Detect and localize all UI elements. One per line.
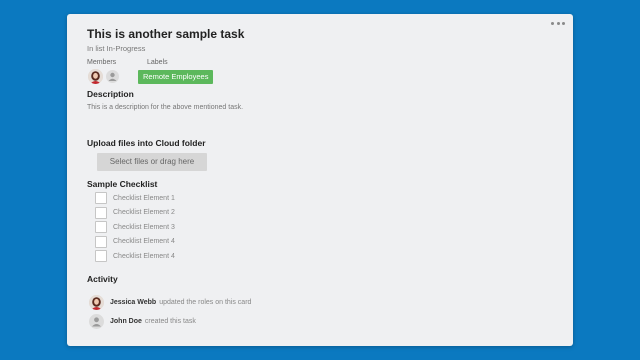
list-prefix: In list <box>87 44 107 53</box>
member-avatar-jessica[interactable] <box>88 69 103 84</box>
checklist-heading: Sample Checklist <box>87 179 158 189</box>
activity-action: created this task <box>144 318 196 325</box>
checklist: Checklist Element 1 Checklist Element 2 … <box>95 191 175 264</box>
checklist-checkbox[interactable] <box>95 250 107 263</box>
label-badge[interactable]: Remote Employees <box>138 70 214 84</box>
checklist-item: Checklist Element 4 <box>95 249 175 264</box>
list-name[interactable]: In-Progress <box>107 44 146 53</box>
activity-user[interactable]: John Doe <box>110 318 142 325</box>
more-options-icon[interactable] <box>551 18 565 28</box>
description-text[interactable]: This is a description for the above ment… <box>87 104 243 111</box>
activity-item: John Doe created this task <box>89 314 196 329</box>
task-card: This is another sample task In list In-P… <box>67 14 573 346</box>
labels-heading: Labels <box>147 59 168 66</box>
checklist-checkbox[interactable] <box>95 192 107 205</box>
activity-user[interactable]: Jessica Webb <box>110 299 156 306</box>
members-list <box>88 69 119 84</box>
upload-files-button[interactable]: Select files or drag here <box>97 153 207 171</box>
list-info: In list In-Progress <box>87 44 145 53</box>
person-photo-icon <box>88 69 103 84</box>
upload-heading: Upload files into Cloud folder <box>87 138 206 148</box>
members-heading: Members <box>87 59 117 66</box>
checklist-item-label[interactable]: Checklist Element 4 <box>113 238 175 245</box>
activity-heading: Activity <box>87 274 118 284</box>
checklist-item-label[interactable]: Checklist Element 3 <box>113 224 175 231</box>
user-icon <box>108 72 117 81</box>
checklist-checkbox[interactable] <box>95 235 107 248</box>
activity-action: updated the roles on this card <box>159 299 252 306</box>
user-icon <box>92 317 101 327</box>
checklist-checkbox[interactable] <box>95 221 107 234</box>
card-title[interactable]: This is another sample task <box>87 27 244 41</box>
activity-text: John Doe created this task <box>110 318 196 325</box>
activity-text: Jessica Webb updated the roles on this ca… <box>110 299 251 306</box>
checklist-item-label[interactable]: Checklist Element 2 <box>113 209 175 216</box>
activity-avatar-jessica[interactable] <box>89 295 104 310</box>
checklist-checkbox[interactable] <box>95 206 107 219</box>
person-photo-icon <box>89 295 104 310</box>
checklist-item: Checklist Element 2 <box>95 206 175 221</box>
checklist-item-label[interactable]: Checklist Element 1 <box>113 195 175 202</box>
checklist-item: Checklist Element 4 <box>95 235 175 250</box>
description-heading: Description <box>87 89 134 99</box>
checklist-item: Checklist Element 3 <box>95 220 175 235</box>
checklist-item-label[interactable]: Checklist Element 4 <box>113 253 175 260</box>
member-avatar-placeholder[interactable] <box>106 70 119 83</box>
checklist-item: Checklist Element 1 <box>95 191 175 206</box>
activity-item: Jessica Webb updated the roles on this ca… <box>89 295 251 310</box>
activity-avatar-placeholder[interactable] <box>89 314 104 329</box>
